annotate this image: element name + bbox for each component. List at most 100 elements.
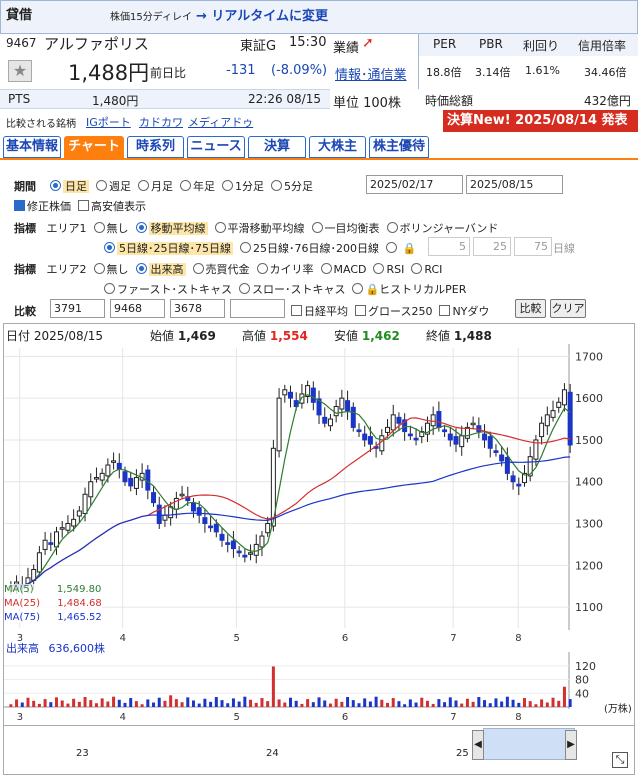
area2-macd[interactable]: MACD: [320, 263, 366, 276]
volume-bar: [540, 699, 544, 707]
tab-news[interactable]: ニュース: [187, 136, 245, 158]
candle: [208, 525, 214, 529]
period-monthly[interactable]: 月足: [138, 180, 173, 193]
industry-link[interactable]: 情報･通信業: [335, 64, 407, 83]
ma-custom-2[interactable]: 25: [473, 237, 511, 256]
tab-chart[interactable]: チャート: [64, 136, 124, 158]
area2-volume[interactable]: 出来高: [135, 263, 186, 276]
expand-icon[interactable]: ⤡: [612, 752, 628, 768]
compare-code-2[interactable]: 9468: [110, 299, 165, 318]
candle: [42, 539, 48, 550]
candle: [482, 433, 488, 441]
nikkei-checkbox[interactable]: 日経平均: [291, 305, 348, 318]
navigator-window[interactable]: [483, 728, 575, 760]
volume-bar: [174, 699, 178, 707]
volume-bar: [157, 697, 161, 707]
volume-bar: [203, 698, 207, 707]
area2-rsi[interactable]: RSI: [373, 263, 404, 276]
volume-bar: [134, 701, 138, 707]
area1-ma[interactable]: 移動平均線: [135, 222, 208, 235]
compare-button[interactable]: 比較: [515, 299, 546, 318]
period-label: 期間: [14, 180, 36, 193]
compare-link-2[interactable]: カドカワ: [139, 114, 183, 130]
hl-checkbox[interactable]: 高安値表示: [78, 200, 146, 213]
volume-bar: [186, 697, 190, 707]
volume-bar: [294, 700, 298, 707]
ma-custom[interactable]: [386, 242, 399, 255]
volume-bar: [562, 686, 566, 707]
candle: [407, 433, 413, 437]
volume-bar: [460, 703, 464, 707]
volume-bar: [454, 700, 458, 707]
compare-code-4[interactable]: [230, 299, 285, 318]
area2-slow-stoch[interactable]: スロー･ストキャス: [238, 283, 345, 296]
ohlc-open: 始値 1,469: [150, 329, 216, 343]
vol-tick-label: 40: [575, 687, 589, 700]
navigator-left-handle[interactable]: ◀: [472, 730, 484, 760]
candle: [111, 460, 117, 463]
adjusted-checkbox[interactable]: 修正株価: [14, 200, 71, 213]
volume-bar: [152, 702, 156, 707]
ma-custom-3[interactable]: 75: [514, 237, 552, 256]
period-yearly[interactable]: 年足: [180, 180, 215, 193]
area2-rci[interactable]: RCI: [411, 263, 442, 276]
period-5min[interactable]: 5分足: [271, 180, 313, 193]
candle: [259, 535, 265, 548]
compare-code-3[interactable]: 3678: [170, 299, 225, 318]
area2-fast-stoch[interactable]: ファースト･ストキャス: [104, 283, 232, 296]
date-from-input[interactable]: 2025/02/17: [366, 175, 463, 194]
period-weekly[interactable]: 週足: [96, 180, 131, 193]
tab-basic[interactable]: 基本情報: [3, 136, 61, 158]
ma-25-76-200[interactable]: 25日線･76日線･200日線: [240, 242, 379, 255]
growth-checkbox[interactable]: グロース250: [355, 305, 432, 318]
clear-button[interactable]: クリア: [550, 299, 586, 318]
area2-turnover[interactable]: 売買代金: [192, 263, 250, 276]
ohlc-bar: 日付 2025/08/15: [6, 329, 104, 343]
change: -131: [226, 63, 256, 78]
change-label: 前日比: [150, 66, 187, 80]
compare-link-1[interactable]: IGポート: [86, 114, 131, 130]
ma-custom-1[interactable]: 5: [428, 237, 470, 256]
favorite-star-icon[interactable]: ★: [8, 60, 32, 82]
volume-chart[interactable]: 4080120 3 4 5 6 7 8: [4, 652, 634, 722]
candle: [133, 477, 139, 489]
tab-earnings[interactable]: 決算: [248, 136, 306, 158]
indicator-row: 指標 エリア1 無し 移動平均線 平滑移動平均線 一目均衡表 ボリンジャーバンド: [14, 222, 499, 235]
navigator-right-handle[interactable]: ▶: [565, 730, 577, 760]
period-1min[interactable]: 1分足: [222, 180, 264, 193]
candle: [282, 389, 288, 396]
area1-bollinger[interactable]: ボリンジャーバンド: [386, 222, 498, 235]
volume-bar: [254, 702, 258, 707]
tab-shareholders[interactable]: 大株主: [309, 136, 366, 158]
candle: [350, 406, 356, 428]
area1-none[interactable]: 無し: [93, 222, 129, 235]
compare-link-3[interactable]: メディアドゥ: [188, 114, 253, 130]
area1-sma[interactable]: 平滑移動平均線: [214, 222, 305, 235]
volume-bar: [214, 697, 218, 707]
tab-timeseries[interactable]: 時系列: [127, 136, 184, 158]
unit: 単位 100株: [333, 96, 401, 111]
compare-code-1[interactable]: 3791: [50, 299, 105, 318]
candle: [345, 400, 351, 412]
tab-benefits[interactable]: 株主優待: [369, 136, 429, 158]
area2-kairi[interactable]: カイリ率: [256, 263, 314, 276]
volume-bar: [163, 700, 167, 707]
volume-bar: [500, 701, 504, 707]
nydow-checkbox[interactable]: NYダウ: [439, 305, 489, 318]
realtime-link[interactable]: → リアルタイムに変更: [196, 5, 328, 24]
area1-ichimoku[interactable]: 一目均衡表: [311, 222, 380, 235]
area2-hist-per[interactable]: 🔒ヒストリカルPER: [352, 283, 466, 296]
earnings-banner[interactable]: 決算New! 2025/08/14 発表: [443, 110, 638, 132]
period-daily[interactable]: 日足: [50, 180, 89, 193]
yield-value: 1.61%: [525, 64, 560, 77]
volume-bar: [243, 696, 247, 707]
candle: [339, 397, 345, 410]
volume-bar: [169, 695, 173, 707]
area2-none[interactable]: 無し: [93, 263, 129, 276]
volume-bar: [403, 704, 407, 707]
candle: [436, 411, 442, 428]
ma-5-25-75[interactable]: 5日線･25日線･75日線: [104, 242, 233, 255]
stock-name: アルファポリス: [44, 35, 149, 53]
date-to-input[interactable]: 2025/08/15: [466, 175, 563, 194]
volume-bar: [494, 698, 498, 707]
